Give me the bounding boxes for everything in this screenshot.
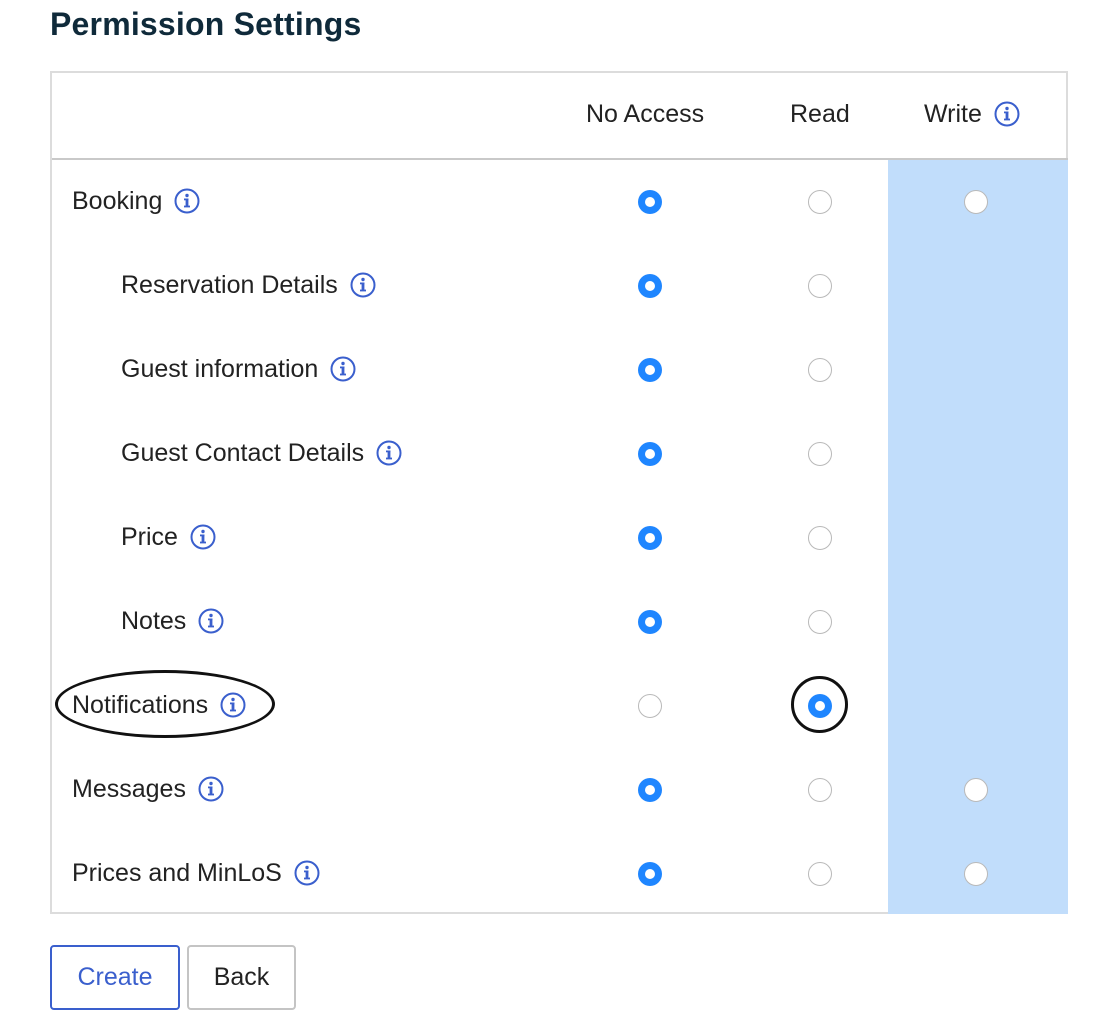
back-button[interactable]: Back (187, 945, 296, 1010)
radio-no-access[interactable] (638, 778, 662, 802)
radio-no-access[interactable] (638, 526, 662, 550)
radio-read[interactable] (808, 442, 832, 466)
radio-no-access[interactable] (638, 862, 662, 886)
row-label: Guest Contact Details (121, 439, 365, 467)
radio-read[interactable] (808, 862, 832, 886)
info-icon[interactable] (220, 692, 246, 718)
radio-read[interactable] (808, 610, 832, 634)
radio-read[interactable] (808, 526, 832, 550)
row-label: Guest information (121, 355, 319, 383)
row-label: Prices and MinLoS (72, 859, 282, 887)
radio-no-access[interactable] (638, 190, 662, 214)
row-label-group: Guest Contact Details (121, 438, 402, 468)
table-row: Reservation Details (52, 244, 1068, 328)
row-label: Notes (121, 607, 187, 635)
table-row: Booking (52, 160, 1068, 244)
radio-no-access[interactable] (638, 610, 662, 634)
info-icon[interactable] (294, 860, 320, 886)
create-button[interactable]: Create (50, 945, 180, 1010)
radio-no-access[interactable] (638, 694, 662, 718)
info-icon[interactable] (198, 608, 224, 634)
column-header-write: Write (924, 99, 1020, 129)
table-header: No Access Read Write (52, 73, 1068, 160)
row-label-group: Notifications (72, 690, 246, 720)
table-row: Guest Contact Details (52, 412, 1068, 496)
info-icon[interactable] (376, 440, 402, 466)
table-row: Notes (52, 580, 1068, 664)
radio-write[interactable] (964, 862, 988, 886)
info-icon[interactable] (190, 524, 216, 550)
table-row: Messages (52, 748, 1068, 832)
page-title: Permission Settings (50, 6, 362, 42)
row-label-group: Notes (121, 606, 224, 636)
table-row: Guest information (52, 328, 1068, 412)
info-icon[interactable] (350, 272, 376, 298)
permissions-table: No Access Read Write Booking Reservation … (50, 71, 1068, 914)
radio-read[interactable] (808, 274, 832, 298)
row-label: Booking (72, 187, 163, 215)
info-icon[interactable] (198, 776, 224, 802)
radio-read[interactable] (808, 190, 832, 214)
radio-write[interactable] (964, 778, 988, 802)
row-label-group: Prices and MinLoS (72, 858, 320, 888)
info-icon[interactable] (994, 101, 1020, 127)
radio-no-access[interactable] (638, 358, 662, 382)
table-row: Prices and MinLoS (52, 832, 1068, 916)
row-label: Reservation Details (121, 271, 338, 299)
column-header-no-access: No Access (586, 100, 705, 128)
row-label-group: Price (121, 522, 216, 552)
row-label: Messages (72, 775, 186, 803)
column-header-write-label: Write (924, 100, 982, 128)
column-header-read: Read (790, 100, 850, 128)
radio-read[interactable] (808, 358, 832, 382)
info-icon[interactable] (174, 188, 200, 214)
row-label-group: Messages (72, 774, 224, 804)
info-icon[interactable] (330, 356, 356, 382)
row-label-group: Guest information (121, 354, 356, 384)
table-row: Price (52, 496, 1068, 580)
radio-write[interactable] (964, 190, 988, 214)
row-label: Price (121, 523, 178, 551)
table-row: Notifications (52, 664, 1068, 748)
radio-read[interactable] (808, 778, 832, 802)
row-label: Notifications (72, 691, 209, 719)
radio-read[interactable] (808, 694, 832, 718)
row-label-group: Booking (72, 186, 200, 216)
row-label-group: Reservation Details (121, 270, 376, 300)
radio-no-access[interactable] (638, 442, 662, 466)
radio-no-access[interactable] (638, 274, 662, 298)
